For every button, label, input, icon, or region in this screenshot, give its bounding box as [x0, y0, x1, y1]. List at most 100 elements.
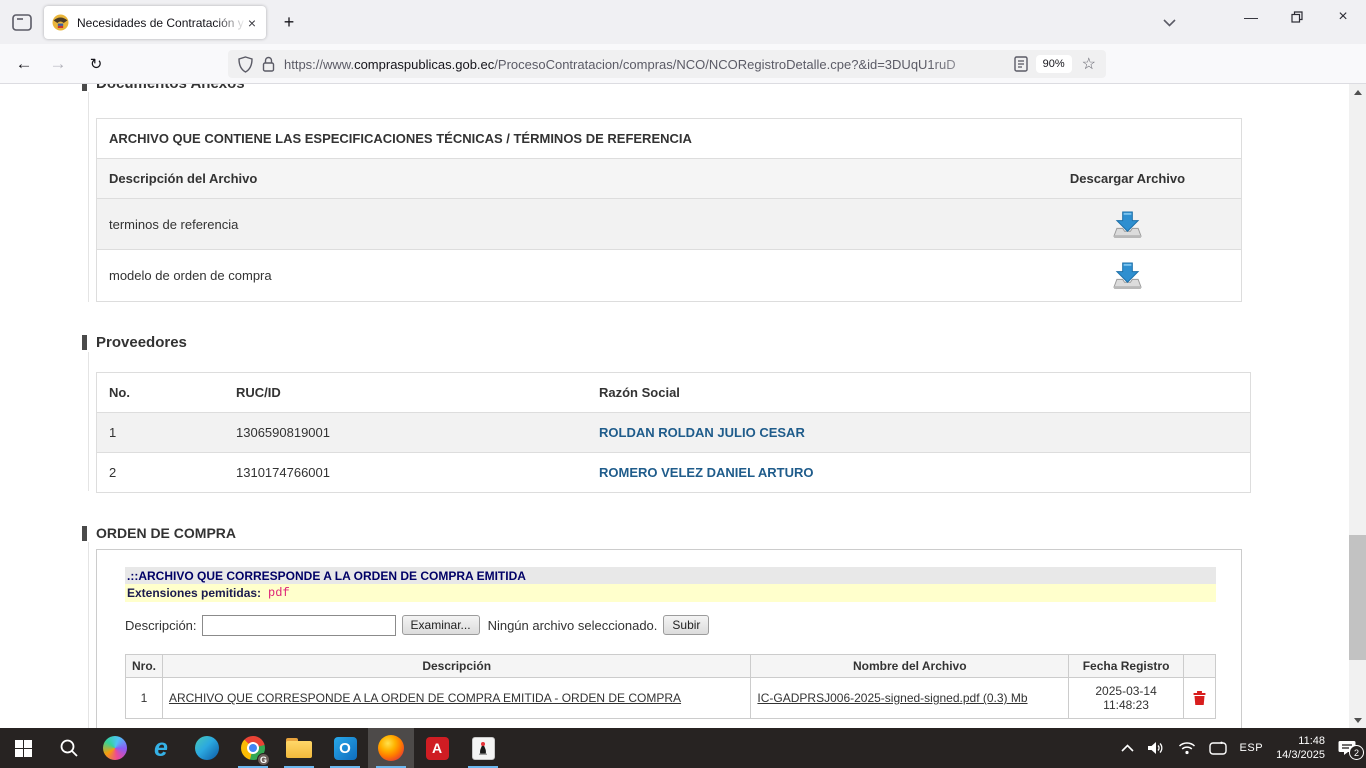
file-nro: 1	[126, 678, 163, 719]
proveedor-link[interactable]: ROLDAN ROLDAN JULIO CESAR	[599, 425, 805, 440]
window-controls: — ×	[1228, 0, 1366, 44]
start-button[interactable]	[0, 728, 46, 768]
shield-icon[interactable]	[238, 56, 253, 73]
clock-date: 14/3/2025	[1276, 749, 1325, 761]
tab-close-icon[interactable]: ×	[246, 15, 258, 31]
scrollbar-thumb[interactable]	[1349, 535, 1366, 660]
documentos-table-header-row: Descripción del Archivo Descargar Archiv…	[97, 159, 1241, 199]
bookmark-star-icon[interactable]: ☆	[1082, 54, 1096, 74]
reader-mode-icon[interactable]	[1014, 56, 1028, 72]
zoom-level-badge[interactable]: 90%	[1036, 55, 1072, 73]
wifi-icon[interactable]	[1178, 741, 1196, 755]
scroll-up-arrow[interactable]	[1349, 84, 1366, 100]
file-name-link[interactable]: IC-GADPRSJ006-2025-signed-signed.pdf (0.…	[757, 691, 1027, 705]
table-row: 2 1310174766001 ROMERO VELEZ DANIEL ARTU…	[97, 453, 1250, 492]
section-documentos-anexos: Documentos Anexos	[82, 84, 245, 92]
firefox-icon[interactable]	[368, 728, 414, 768]
volume-icon[interactable]	[1147, 741, 1165, 755]
scroll-down-arrow[interactable]	[1349, 712, 1366, 728]
subir-button[interactable]: Subir	[663, 615, 709, 635]
url-protocol: https://www.	[284, 57, 354, 72]
outlook-icon[interactable]: O	[322, 728, 368, 768]
extensiones-value: pdf	[268, 586, 290, 600]
orden-band-title: .::ARCHIVO QUE CORRESPONDE A LA ORDEN DE…	[125, 567, 1216, 584]
extensiones-label: Extensiones pemitidas:	[127, 586, 261, 600]
clock[interactable]: 11:48 14/3/2025	[1276, 734, 1325, 762]
proveedor-no: 1	[97, 425, 224, 440]
col-ruc: RUC/ID	[224, 385, 587, 400]
extensiones-band: Extensiones pemitidas: pdf	[125, 584, 1216, 602]
tray-chevron-up-icon[interactable]	[1121, 744, 1134, 752]
forward-icon[interactable]: →	[42, 44, 74, 83]
file-fecha: 2025-03-14 11:48:23	[1069, 678, 1184, 719]
new-tab-button[interactable]: +	[276, 10, 302, 34]
restore-button[interactable]	[1274, 0, 1320, 34]
vertical-scrollbar[interactable]	[1349, 84, 1366, 728]
edge-icon[interactable]	[184, 728, 230, 768]
taskbar: e G O A ESP 11:48 14/3/2025 2	[0, 728, 1366, 768]
table-row: 1 ARCHIVO QUE CORRESPONDE A LA ORDEN DE …	[126, 678, 1216, 719]
internet-explorer-icon[interactable]: e	[138, 728, 184, 768]
browser-tab[interactable]: Necesidades de Contratación y ×	[44, 6, 266, 39]
notification-center-icon[interactable]: 2	[1338, 740, 1356, 756]
chrome-icon[interactable]: G	[230, 728, 276, 768]
file-explorer-icon[interactable]	[276, 728, 322, 768]
reload-icon[interactable]: ↻	[80, 44, 112, 83]
table-row: terminos de referencia	[97, 199, 1241, 250]
orden-de-compra-panel: .::ARCHIVO QUE CORRESPONDE A LA ORDEN DE…	[96, 549, 1242, 728]
browser-window: Necesidades de Contratación y × + — × ← …	[0, 0, 1366, 768]
url-text[interactable]: https://www.compraspublicas.gob.ec/Proce…	[284, 57, 1014, 72]
no-file-text: Ningún archivo seleccionado.	[488, 618, 658, 633]
fecha-time: 11:48:23	[1103, 698, 1149, 712]
url-bar[interactable]: https://www.compraspublicas.gob.ec/Proce…	[228, 50, 1106, 78]
proveedor-link[interactable]: ROMERO VELEZ DANIEL ARTURO	[599, 465, 814, 480]
copilot-icon[interactable]	[92, 728, 138, 768]
col-fecha-registro: Fecha Registro	[1069, 655, 1184, 678]
file-descripcion-link[interactable]: ARCHIVO QUE CORRESPONDE A LA ORDEN DE CO…	[169, 691, 681, 705]
language-indicator[interactable]: ESP	[1240, 742, 1264, 754]
delete-trash-icon[interactable]	[1193, 690, 1206, 706]
tab-title: Necesidades de Contratación y	[77, 16, 246, 30]
fecha-date: 2025-03-14	[1095, 684, 1156, 698]
acrobat-icon[interactable]: A	[414, 728, 460, 768]
section-bullet	[82, 84, 87, 91]
url-domain: compraspublicas.gob.ec	[354, 57, 494, 72]
url-path: /ProcesoContratacion/compras/NCO/NCORegi…	[494, 57, 955, 72]
download-icon[interactable]	[1112, 261, 1143, 290]
col-nro: Nro.	[126, 655, 163, 678]
lock-icon[interactable]	[262, 56, 275, 72]
documentos-table-title-row: ARCHIVO QUE CONTIENE LAS ESPECIFICACIONE…	[97, 119, 1241, 159]
download-icon[interactable]	[1112, 210, 1143, 239]
descripcion-input[interactable]	[202, 615, 396, 636]
col-nombre-archivo: Nombre del Archivo	[751, 655, 1069, 678]
examinar-button[interactable]: Examinar...	[402, 615, 480, 635]
section-border	[88, 92, 89, 302]
proveedores-table: No. RUC/ID Razón Social 1 1306590819001 …	[96, 372, 1251, 493]
table-row: modelo de orden de compra	[97, 250, 1241, 301]
proveedores-header-row: No. RUC/ID Razón Social	[97, 373, 1250, 413]
section-border	[88, 352, 89, 491]
taskbar-tray: ESP 11:48 14/3/2025 2	[1121, 728, 1366, 768]
meet-now-icon[interactable]	[1209, 741, 1227, 755]
archivo-descripcion: terminos de referencia	[97, 217, 1014, 232]
section-bullet	[82, 335, 87, 350]
back-icon[interactable]: ←	[8, 44, 40, 83]
close-button[interactable]: ×	[1320, 0, 1366, 34]
java-app-icon[interactable]	[460, 728, 506, 768]
notification-badge: 2	[1349, 745, 1364, 760]
proveedor-ruc: 1306590819001	[224, 425, 587, 440]
download-cell	[1014, 261, 1241, 290]
minimize-button[interactable]: —	[1228, 0, 1274, 34]
proveedor-no: 2	[97, 465, 224, 480]
firefox-view-icon[interactable]	[8, 10, 36, 34]
taskbar-search-icon[interactable]	[46, 728, 92, 768]
section-border	[88, 542, 89, 728]
tab-overflow-chevron-icon[interactable]	[1156, 12, 1182, 34]
archivo-descripcion: modelo de orden de compra	[97, 268, 1014, 283]
section-title: Documentos Anexos	[96, 84, 245, 92]
download-cell	[1014, 210, 1241, 239]
orden-files-table: Nro. Descripción Nombre del Archivo Fech…	[125, 654, 1216, 719]
navigation-toolbar: ← → ↻ https://www.compraspublicas.gob.ec…	[0, 44, 1366, 84]
col-actions	[1184, 655, 1216, 678]
descripcion-label: Descripción:	[125, 618, 197, 633]
